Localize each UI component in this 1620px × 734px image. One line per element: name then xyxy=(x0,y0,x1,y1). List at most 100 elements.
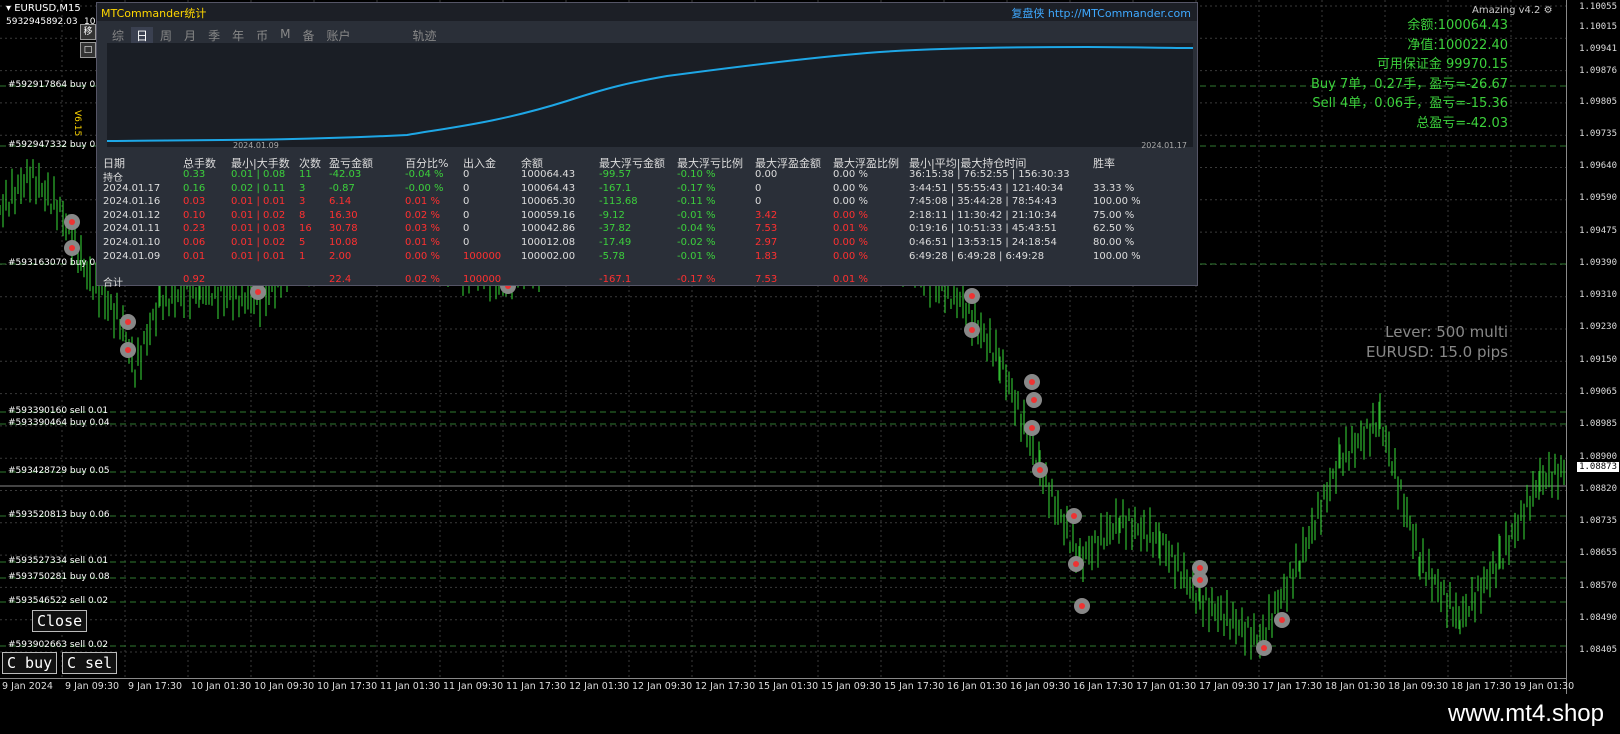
table-cell: 0 xyxy=(463,169,470,180)
table-cell: 100.00 % xyxy=(1093,196,1141,208)
ea-version: V6.15 xyxy=(72,110,82,137)
tab-4[interactable]: 季 xyxy=(203,27,225,44)
time-tick: 9 Jan 17:30 xyxy=(128,681,183,692)
order-label: #593527334 sell 0.01 xyxy=(8,556,109,566)
close-buy-button[interactable]: C buy xyxy=(2,652,58,674)
table-cell: 7.53 xyxy=(755,223,778,235)
price-tick: 1.09876 xyxy=(1579,66,1617,76)
price-tick: 1.09805 xyxy=(1579,97,1617,107)
table-cell: 10.08 xyxy=(329,237,358,248)
table-cell: 100000 xyxy=(463,250,502,262)
table-cell: 11 xyxy=(299,169,312,180)
tab-8[interactable]: 备 xyxy=(297,27,319,44)
table-cell: 16.30 xyxy=(329,209,358,221)
table-cell: 0 xyxy=(463,237,470,248)
time-tick: 11 Jan 01:30 xyxy=(380,681,441,692)
curve-end-date: 2024.01.17 xyxy=(1141,141,1187,150)
table-cell: 0.33 xyxy=(183,169,206,180)
table-cell: 0:46:51 | 13:53:15 | 24:18:54 xyxy=(909,237,1057,248)
table-cell: -0.17 % xyxy=(677,274,716,286)
free-margin: 可用保证金 99970.15 xyxy=(1376,57,1508,72)
table-cell: 0.02 % xyxy=(405,274,440,286)
close-sell-button[interactable]: C sel xyxy=(62,652,118,674)
table-cell: 合计 xyxy=(103,278,123,290)
price-tick: 1.09735 xyxy=(1579,129,1617,139)
stats-panel[interactable]: MTCommander统计 复盘侠 http://MTCommander.com… xyxy=(96,2,1198,290)
table-cell: -37.82 xyxy=(599,223,632,235)
table-cell: 2.97 xyxy=(755,237,778,248)
table-cell: 2.00 xyxy=(329,250,352,262)
pip-line: EURUSD: 15.0 pips xyxy=(1366,343,1508,361)
table-cell: -0.02 % xyxy=(677,237,716,248)
settings-icon[interactable]: ⚙ xyxy=(1544,5,1553,16)
price-tick: 1.08405 xyxy=(1579,645,1617,655)
table-cell: 0.01 | 0.01 xyxy=(231,250,286,262)
order-label: #593163070 buy 0.01 xyxy=(8,258,110,268)
panel-header[interactable]: MTCommander统计 复盘侠 http://MTCommander.com xyxy=(97,3,1197,21)
table-cell: -5.78 xyxy=(599,250,625,262)
account-summary: 余额:100064.43 净值:100022.40 可用保证金 99970.15… xyxy=(1311,16,1508,133)
price-tick: 1.08655 xyxy=(1579,548,1617,558)
table-cell: 0.23 xyxy=(183,223,206,235)
equity-curve: 2024.01.09 2024.01.17 xyxy=(107,43,1193,150)
table-cell: 0.10 xyxy=(183,209,206,221)
time-tick: 11 Jan 17:30 xyxy=(506,681,567,692)
time-tick: 16 Jan 17:30 xyxy=(1073,681,1134,692)
table-cell: -0.10 % xyxy=(677,169,716,180)
table-cell: 0.16 xyxy=(183,182,206,194)
table-cell: 1 xyxy=(299,250,306,262)
table-cell: 8 xyxy=(299,209,306,221)
tab-3[interactable]: 月 xyxy=(179,27,201,44)
time-tick: 19 Jan 01:30 xyxy=(1514,681,1575,692)
order-label: #593902663 sell 0.02 xyxy=(8,640,109,650)
price-tick: 1.09640 xyxy=(1579,161,1617,171)
table-cell: 0 xyxy=(755,196,762,208)
time-tick: 16 Jan 01:30 xyxy=(947,681,1008,692)
time-tick: 17 Jan 09:30 xyxy=(1199,681,1260,692)
table-cell: 7:45:08 | 35:44:28 | 78:54:43 xyxy=(909,196,1057,208)
table-cell: 7.53 xyxy=(755,274,778,286)
tab-7[interactable]: M xyxy=(275,27,295,44)
tab-6[interactable]: 币 xyxy=(251,27,273,44)
table-cell: 36:15:38 | 76:52:55 | 156:30:33 xyxy=(909,169,1070,180)
price-axis: 1.10055 1.10015 1.09941 1.09876 1.09805 1.097… xyxy=(1566,0,1620,694)
price-tick: 1.10015 xyxy=(1579,22,1617,32)
price-tick: 1.09230 xyxy=(1579,322,1617,332)
table-cell: 0.06 xyxy=(183,237,206,248)
tab-1[interactable]: 日 xyxy=(131,27,154,44)
price-tick: 1.08490 xyxy=(1579,613,1617,623)
box-tool[interactable]: □ xyxy=(80,42,96,58)
panel-title: MTCommander统计 xyxy=(101,7,207,20)
table-cell: 0:19:16 | 10:51:33 | 45:43:51 xyxy=(909,223,1057,235)
tab-0[interactable]: 综 xyxy=(107,27,129,44)
table-cell: 22.4 xyxy=(329,274,352,286)
table-cell: 0.01 xyxy=(183,250,206,262)
table-cell: -0.01 % xyxy=(677,209,716,221)
time-axis: 9 Jan 2024 9 Jan 09:30 9 Jan 17:30 10 Jan 0… xyxy=(0,678,1574,695)
time-tick: 18 Jan 09:30 xyxy=(1388,681,1449,692)
table-cell: 2024.01.17 xyxy=(103,182,161,194)
tab-2[interactable]: 周 xyxy=(155,27,177,44)
time-tick: 9 Jan 09:30 xyxy=(65,681,120,692)
table-cell: 0 xyxy=(463,196,470,208)
tab-9[interactable]: 账户 xyxy=(321,27,355,44)
panel-site-link[interactable]: 复盘侠 http://MTCommander.com xyxy=(1011,5,1191,21)
price-tick: 1.09065 xyxy=(1579,387,1617,397)
move-tool[interactable]: 移 xyxy=(80,24,96,40)
tab-10[interactable]: 轨迹 xyxy=(408,27,442,44)
price-tick: 1.08735 xyxy=(1579,516,1617,526)
table-cell: 0.01 % xyxy=(405,237,440,248)
close-all-button[interactable]: Close xyxy=(32,610,88,632)
price-chart[interactable]: ▾ EURUSD,M15 5932945892.03 10:32:36 Amaz… xyxy=(0,0,1566,694)
lever-info: Lever: 500 multi EURUSD: 15.0 pips xyxy=(1366,322,1508,362)
time-tick: 10 Jan 09:30 xyxy=(254,681,315,692)
table-cell: 1.83 xyxy=(755,250,778,262)
table-cell: 2024.01.11 xyxy=(103,223,161,235)
table-cell: 6:49:28 | 6:49:28 | 6:49:28 xyxy=(909,250,1045,262)
table-cell: -42.03 xyxy=(329,169,362,180)
table-cell: 0.01 | 0.03 xyxy=(231,223,286,235)
order-label: #593546522 sell 0.02 xyxy=(8,596,109,606)
price-tick: 1.08820 xyxy=(1579,484,1617,494)
tab-5[interactable]: 年 xyxy=(227,27,249,44)
table-cell: -0.17 % xyxy=(677,182,716,194)
